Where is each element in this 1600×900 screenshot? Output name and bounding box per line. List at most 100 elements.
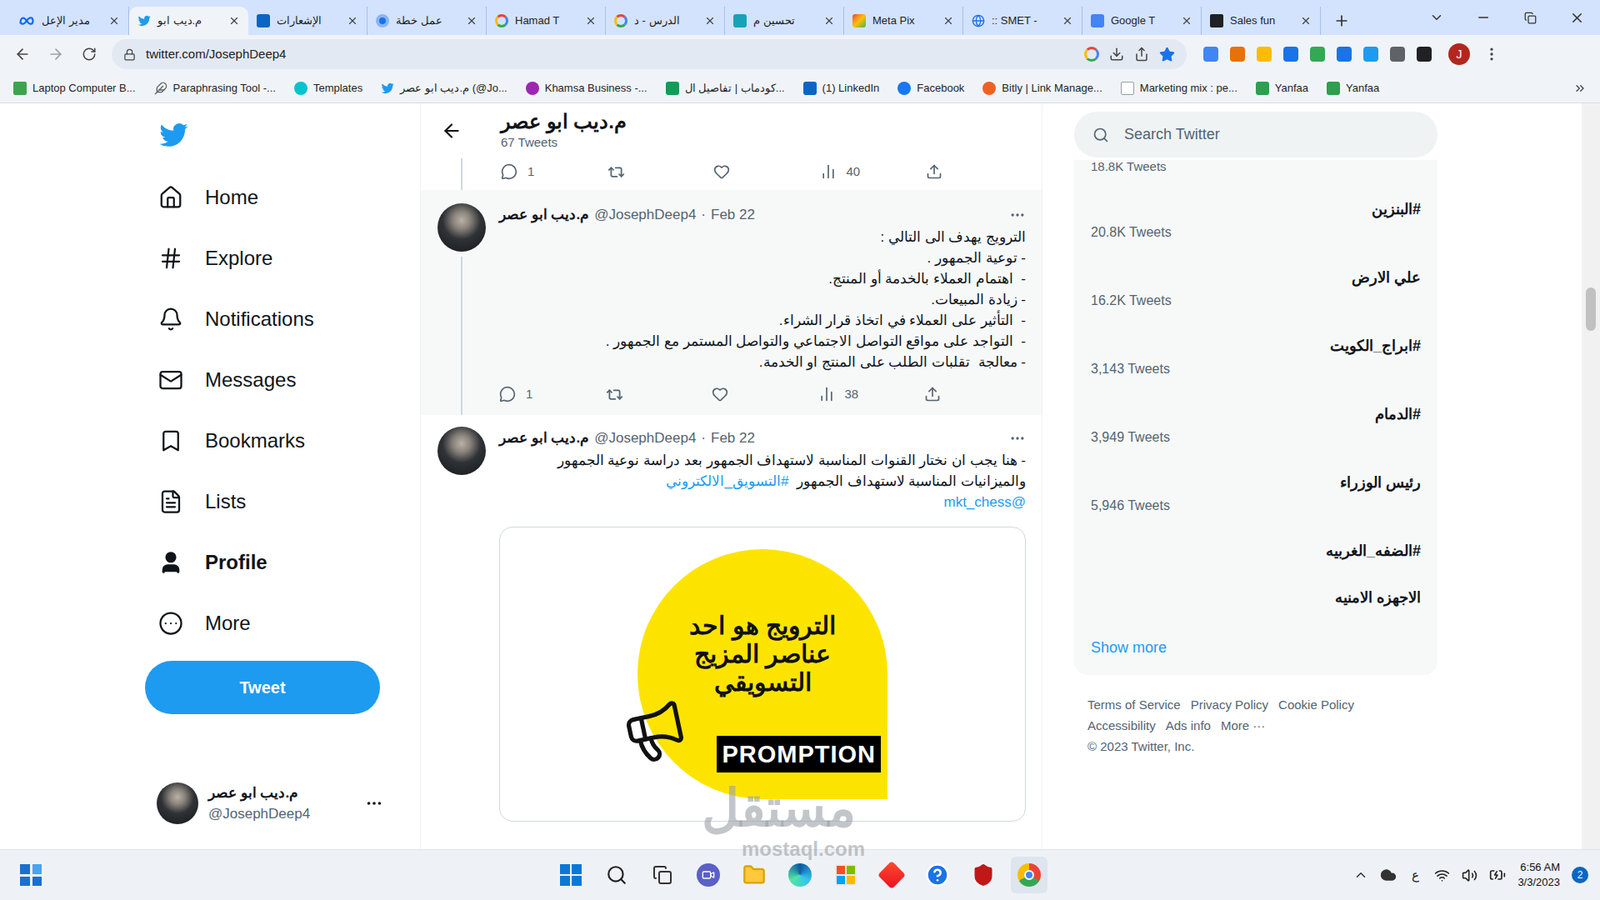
views-button[interactable]: 40 bbox=[820, 162, 887, 182]
bookmark-item[interactable]: (1) LinkedIn bbox=[803, 80, 880, 97]
nav-item[interactable]: Profile bbox=[145, 531, 420, 593]
more-icon[interactable] bbox=[365, 794, 384, 813]
extension-icon[interactable] bbox=[1256, 46, 1272, 62]
previous-tweet[interactable]: 1 40 bbox=[420, 158, 1042, 190]
more-icon[interactable] bbox=[1009, 206, 1026, 224]
trend-item[interactable]: #الضفه_الغربيه bbox=[1090, 515, 1421, 562]
extension-icon[interactable] bbox=[1230, 46, 1245, 62]
edge-app[interactable] bbox=[781, 856, 819, 894]
browser-tab[interactable]: Meta Pix bbox=[844, 6, 964, 35]
start-button[interactable] bbox=[552, 856, 590, 894]
bookmark-item[interactable]: Templates bbox=[294, 80, 363, 97]
extension-icon[interactable] bbox=[1203, 46, 1219, 62]
google-icon[interactable] bbox=[1084, 46, 1100, 62]
nav-item[interactable]: Notifications bbox=[145, 288, 420, 350]
tweet-image[interactable]: الترويج هو احدعناصر المزيجالتسويقيPROMPT… bbox=[499, 526, 1026, 822]
footer-link[interactable]: Privacy Policy bbox=[1190, 694, 1269, 715]
search-button[interactable] bbox=[598, 856, 635, 894]
close-icon[interactable] bbox=[942, 15, 955, 27]
bookmark-item[interactable]: Yanfaa bbox=[1326, 80, 1380, 97]
hashtag[interactable]: #التسويق_الالكتروني bbox=[665, 473, 789, 490]
close-icon[interactable] bbox=[1180, 15, 1193, 27]
share-button[interactable] bbox=[924, 385, 941, 403]
nav-item[interactable]: Lists bbox=[145, 470, 420, 532]
wifi-icon[interactable] bbox=[1434, 867, 1450, 884]
retweet-button[interactable] bbox=[607, 163, 675, 181]
help-app[interactable] bbox=[919, 856, 956, 894]
footer-link[interactable]: More ··· bbox=[1220, 715, 1265, 736]
close-icon[interactable] bbox=[346, 15, 359, 27]
bookmark-item[interactable]: Marketing mix : pe... bbox=[1120, 80, 1238, 97]
browser-tab[interactable]: :: SMET - bbox=[963, 6, 1083, 35]
browser-tab[interactable]: عمل خطة bbox=[367, 6, 487, 35]
tweet-date[interactable]: Feb 22 bbox=[710, 427, 755, 450]
close-icon[interactable] bbox=[228, 15, 240, 27]
search-field[interactable]: Search Twitter bbox=[1074, 111, 1438, 158]
back-button[interactable] bbox=[8, 40, 37, 69]
extension-icon[interactable] bbox=[1363, 46, 1379, 62]
chevron-up-icon[interactable] bbox=[1353, 867, 1369, 883]
scrollbar-thumb[interactable] bbox=[1585, 287, 1596, 331]
bookmark-item[interactable]: Yanfaa bbox=[1255, 80, 1309, 97]
like-button[interactable] bbox=[711, 385, 779, 403]
nav-item[interactable]: More bbox=[145, 592, 420, 654]
task-view-button[interactable] bbox=[644, 856, 681, 894]
browser-tab[interactable]: الإشعارات bbox=[248, 6, 368, 35]
tweet[interactable]: م.ديب ابو عصر@JosephDeep4·Feb 22الترويج … bbox=[420, 190, 1042, 415]
browser-tab[interactable]: Sales fun bbox=[1201, 6, 1321, 35]
close-icon[interactable] bbox=[465, 15, 478, 27]
bookmark-item[interactable]: Facebook bbox=[897, 80, 965, 97]
reply-button[interactable]: 1 bbox=[499, 385, 566, 405]
browser-tab[interactable]: م.ديب ابو bbox=[129, 6, 249, 35]
trend-item[interactable]: #البنزين20.8K Tweets bbox=[1090, 173, 1421, 242]
browser-tab[interactable]: الدرس - د bbox=[605, 6, 725, 35]
nav-item[interactable]: Bookmarks bbox=[145, 410, 420, 471]
avatar[interactable] bbox=[437, 426, 486, 475]
account-switcher[interactable]: م.ديب ابو عصر@JosephDeep4 bbox=[145, 775, 395, 832]
widgets-icon[interactable] bbox=[20, 864, 42, 886]
bookmarks-overflow[interactable] bbox=[1573, 81, 1587, 95]
tweet-button[interactable]: Tweet bbox=[145, 660, 380, 715]
trend-item[interactable]: رئيس الوزراء5,946 Tweets bbox=[1090, 446, 1421, 515]
reply-button[interactable]: 1 bbox=[500, 162, 568, 182]
extension-icon[interactable] bbox=[1390, 46, 1405, 62]
close-icon[interactable] bbox=[108, 15, 120, 27]
extension-icon[interactable] bbox=[1416, 46, 1432, 62]
author-name[interactable]: م.ديب ابو عصر bbox=[499, 427, 590, 450]
trend-item[interactable]: #الدمام3,949 Tweets bbox=[1090, 378, 1421, 447]
browser-tab[interactable]: Google T bbox=[1082, 6, 1202, 35]
more-icon[interactable] bbox=[1009, 430, 1026, 447]
bookmark-star-icon[interactable] bbox=[1159, 46, 1175, 63]
office-app[interactable] bbox=[873, 856, 910, 894]
back-icon[interactable] bbox=[440, 120, 463, 142]
battery-icon[interactable] bbox=[1489, 866, 1506, 884]
extension-icon[interactable] bbox=[1336, 46, 1352, 62]
avatar[interactable] bbox=[437, 203, 486, 252]
nav-item[interactable]: Explore bbox=[145, 227, 420, 289]
bookmark-item[interactable]: Laptop Computer B... bbox=[13, 80, 136, 97]
close-button[interactable] bbox=[1553, 10, 1600, 26]
like-button[interactable] bbox=[713, 163, 780, 180]
cloud-icon[interactable] bbox=[1380, 866, 1397, 884]
close-icon[interactable] bbox=[1061, 15, 1074, 27]
footer-link[interactable]: Ads info bbox=[1165, 715, 1211, 736]
menu-icon[interactable] bbox=[1483, 45, 1500, 63]
author-name[interactable]: م.ديب ابو عصر bbox=[499, 204, 590, 226]
close-icon[interactable] bbox=[823, 15, 835, 27]
nav-item[interactable]: Home bbox=[145, 166, 420, 228]
minimize-button[interactable] bbox=[1460, 10, 1507, 25]
tweet[interactable]: م.ديب ابو عصر@JosephDeep4·Feb 22- هنا يج… bbox=[420, 415, 1042, 835]
extension-icon[interactable] bbox=[1283, 46, 1299, 62]
file-explorer-app[interactable] bbox=[735, 856, 773, 894]
chat-app[interactable] bbox=[690, 856, 727, 894]
retweet-button[interactable] bbox=[605, 385, 673, 404]
close-icon[interactable] bbox=[704, 15, 716, 27]
extension-icon[interactable] bbox=[1310, 46, 1325, 62]
tab-search-button[interactable] bbox=[1413, 10, 1460, 25]
notification-badge[interactable]: 2 bbox=[1571, 866, 1589, 884]
page-scrollbar[interactable] bbox=[1581, 103, 1600, 850]
browser-tab[interactable]: مدير الإعل bbox=[10, 6, 130, 35]
bookmark-item[interactable]: كودماب | تفاصيل ال... bbox=[665, 80, 785, 97]
download-icon[interactable] bbox=[1109, 46, 1125, 62]
show-more-link[interactable]: Show more bbox=[1090, 608, 1421, 659]
